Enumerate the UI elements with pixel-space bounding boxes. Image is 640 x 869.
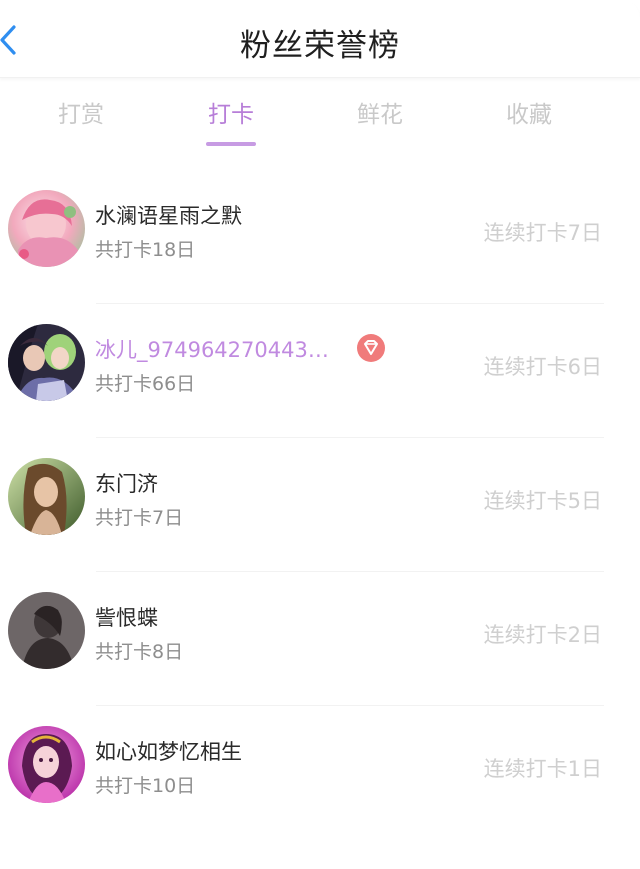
checkin-streak: 连续打卡2日 bbox=[483, 623, 602, 647]
tab-checkin[interactable]: 打卡 bbox=[181, 95, 281, 146]
list-item[interactable]: 水澜语星雨之默 共打卡18日 连续打卡7日 bbox=[0, 170, 640, 304]
total-checkins: 共打卡10日 bbox=[95, 775, 196, 797]
active-tab-indicator bbox=[206, 142, 256, 146]
avatar[interactable] bbox=[8, 458, 85, 535]
fan-name[interactable]: 东门济 bbox=[95, 468, 158, 498]
checkin-streak: 连续打卡5日 bbox=[483, 489, 602, 513]
total-checkins: 共打卡18日 bbox=[95, 239, 196, 261]
fan-name[interactable]: 冰儿_974964270443… bbox=[95, 334, 329, 364]
checkin-streak: 连续打卡6日 bbox=[483, 355, 602, 379]
avatar[interactable] bbox=[8, 190, 85, 267]
tab-favorites[interactable]: 收藏 bbox=[479, 95, 579, 145]
avatar[interactable] bbox=[8, 324, 85, 401]
total-checkins: 共打卡66日 bbox=[95, 373, 196, 395]
checkin-streak: 连续打卡1日 bbox=[483, 757, 602, 781]
fan-name[interactable]: 如心如梦忆相生 bbox=[95, 736, 242, 766]
header-bar: 粉丝荣誉榜 bbox=[0, 0, 640, 78]
list-item[interactable]: 东门济 共打卡7日 连续打卡5日 bbox=[0, 438, 640, 572]
list-item[interactable]: 冰儿_974964270443… 共打卡66日 连续打卡6日 bbox=[0, 304, 640, 438]
page-title: 粉丝荣誉榜 bbox=[240, 28, 400, 64]
total-checkins: 共打卡8日 bbox=[95, 641, 184, 663]
checkin-streak: 连续打卡7日 bbox=[483, 221, 602, 245]
list-item[interactable]: 如心如梦忆相生 共打卡10日 连续打卡1日 bbox=[0, 706, 640, 840]
avatar[interactable] bbox=[8, 592, 85, 669]
tab-bar: 打赏 打卡 鲜花 收藏 bbox=[0, 95, 640, 151]
list-item[interactable]: 訾恨蝶 共打卡8日 连续打卡2日 bbox=[0, 572, 640, 706]
tab-flowers[interactable]: 鲜花 bbox=[330, 95, 430, 145]
tab-reward[interactable]: 打赏 bbox=[31, 95, 131, 145]
diamond-icon bbox=[357, 334, 385, 362]
fan-name[interactable]: 訾恨蝶 bbox=[95, 602, 158, 632]
avatar[interactable] bbox=[8, 726, 85, 803]
fan-name[interactable]: 水澜语星雨之默 bbox=[95, 200, 242, 230]
total-checkins: 共打卡7日 bbox=[95, 507, 184, 529]
